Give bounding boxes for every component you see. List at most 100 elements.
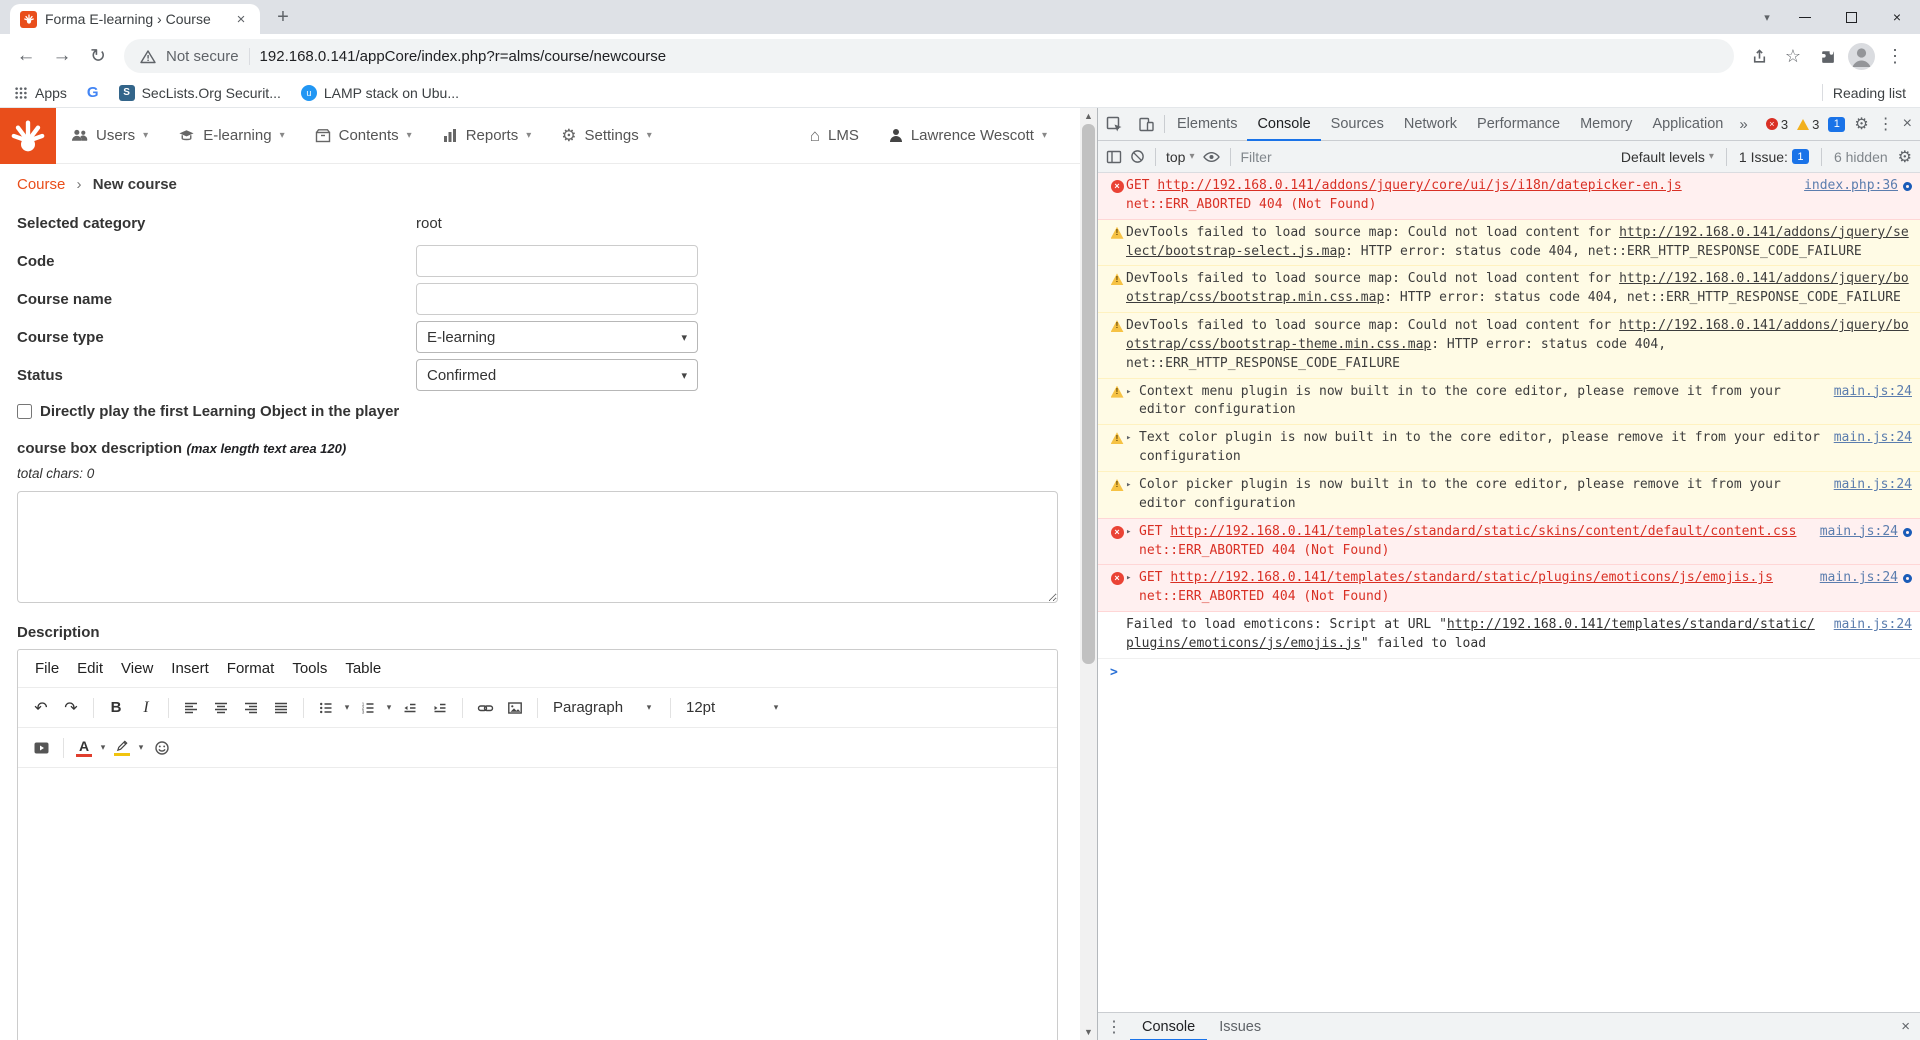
eye-icon[interactable] (1203, 150, 1220, 164)
code-input[interactable] (416, 245, 698, 277)
clear-console-icon[interactable] (1130, 149, 1145, 164)
reading-list-button[interactable]: Reading list (1833, 85, 1906, 101)
back-button[interactable]: ← (8, 38, 44, 74)
bookmark-lamp[interactable]: u LAMP stack on Ubu... (301, 85, 459, 101)
caret-down-icon[interactable]: ▾ (383, 702, 395, 713)
console-prompt-icon[interactable]: > (1110, 665, 1118, 680)
align-left-icon[interactable] (176, 693, 206, 723)
expand-arrow-icon[interactable]: ▸ (1126, 569, 1139, 585)
scroll-up-icon[interactable]: ▲ (1080, 108, 1097, 124)
source-link[interactable]: main.js:24 (1820, 523, 1898, 542)
box-description-textarea[interactable] (17, 491, 1058, 603)
not-secure-icon[interactable] (140, 49, 156, 64)
message-link[interactable]: http://192.168.0.141/templates/standard/… (1170, 524, 1796, 539)
menu-tools[interactable]: Tools (283, 655, 336, 682)
text-color-button[interactable]: A (71, 733, 97, 763)
bold-button[interactable]: B (101, 693, 131, 723)
drawer-tab-issues[interactable]: Issues (1207, 1013, 1273, 1040)
source-link[interactable]: main.js:24 (1834, 383, 1912, 402)
context-selector[interactable]: top ▾ (1166, 149, 1195, 165)
menu-insert[interactable]: Insert (162, 655, 218, 682)
bookmark-star-icon[interactable]: ☆ (1776, 39, 1810, 73)
source-link[interactable]: main.js:24 (1834, 476, 1912, 495)
course-type-select[interactable]: E-learning ▾ (416, 321, 698, 353)
tab-performance[interactable]: Performance (1467, 108, 1570, 141)
align-right-icon[interactable] (236, 693, 266, 723)
drawer-menu-icon[interactable]: ⋮ (1098, 1011, 1130, 1040)
device-toolbar-icon[interactable] (1130, 108, 1162, 140)
drawer-tab-console[interactable]: Console (1130, 1013, 1207, 1040)
issue-icon[interactable] (1903, 574, 1912, 583)
caret-down-icon[interactable]: ▾ (97, 742, 109, 753)
not-secure-label[interactable]: Not secure (166, 48, 239, 65)
tab-elements[interactable]: Elements (1167, 108, 1247, 141)
issue-icon[interactable] (1903, 528, 1912, 537)
redo-icon[interactable]: ↷ (56, 693, 86, 723)
apps-shortcut[interactable]: Apps (14, 85, 67, 101)
bookmark-seclists[interactable]: S SecLists.Org Securit... (119, 85, 281, 101)
forma-logo[interactable] (0, 108, 56, 164)
indent-icon[interactable] (425, 693, 455, 723)
tab-close-icon[interactable]: × (232, 10, 250, 28)
page-scrollbar[interactable]: ▲ ▼ (1080, 108, 1097, 1040)
link-icon[interactable] (470, 693, 500, 723)
source-link[interactable]: index.php:36 (1804, 177, 1898, 196)
devtools-settings-icon[interactable]: ⚙ (1854, 114, 1868, 134)
expand-arrow-icon[interactable]: ▸ (1126, 523, 1139, 539)
issue-icon[interactable] (1903, 182, 1912, 191)
console-sidebar-icon[interactable] (1106, 149, 1122, 165)
scrollbar-thumb[interactable] (1082, 124, 1095, 664)
numbered-list-icon[interactable]: 123 (353, 693, 383, 723)
nav-users[interactable]: Users ▾ (56, 108, 163, 163)
nav-settings[interactable]: ⚙ Settings ▾ (546, 108, 666, 163)
profile-avatar[interactable] (1844, 39, 1878, 73)
reload-button[interactable]: ↻ (80, 38, 116, 74)
emoticons-icon[interactable] (147, 733, 177, 763)
error-count-badge[interactable]: ×3 (1766, 117, 1788, 132)
status-select[interactable]: Confirmed ▾ (416, 359, 698, 391)
nav-reports[interactable]: Reports ▾ (427, 108, 547, 163)
browser-menu-icon[interactable]: ⋮ (1878, 39, 1912, 73)
bullet-list-icon[interactable] (311, 693, 341, 723)
issues-link[interactable]: 1 Issue: 1 (1739, 149, 1809, 165)
browser-tab[interactable]: Forma E-learning › Course × (10, 4, 260, 34)
menu-format[interactable]: Format (218, 655, 284, 682)
italic-button[interactable]: I (131, 693, 161, 723)
image-icon[interactable] (500, 693, 530, 723)
scroll-down-icon[interactable]: ▼ (1080, 1024, 1097, 1040)
caret-down-icon[interactable]: ▾ (341, 702, 353, 713)
menu-view[interactable]: View (112, 655, 162, 682)
nav-user-menu[interactable]: Lawrence Wescott ▾ (874, 127, 1062, 144)
extensions-icon[interactable] (1810, 39, 1844, 73)
menu-edit[interactable]: Edit (68, 655, 112, 682)
drawer-close-icon[interactable]: × (1891, 1018, 1920, 1035)
source-link[interactable]: main.js:24 (1820, 569, 1898, 588)
undo-icon[interactable]: ↶ (26, 693, 56, 723)
new-tab-button[interactable]: + (268, 2, 298, 32)
inspect-icon[interactable] (1098, 108, 1130, 140)
console-filter-input[interactable] (1241, 149, 1481, 165)
url-text[interactable]: 192.168.0.141/appCore/index.php?r=alms/c… (260, 48, 667, 65)
forward-button[interactable]: → (44, 38, 80, 74)
warning-count-badge[interactable]: 3 (1797, 117, 1819, 132)
devtools-close-icon[interactable]: × (1903, 115, 1912, 133)
expand-arrow-icon[interactable]: ▸ (1126, 429, 1139, 445)
address-bar[interactable]: Not secure 192.168.0.141/appCore/index.p… (124, 39, 1734, 73)
source-link[interactable]: main.js:24 (1834, 429, 1912, 448)
google-bookmark[interactable]: G (87, 84, 99, 101)
breadcrumb-course-link[interactable]: Course (17, 176, 65, 193)
tab-search-button[interactable]: ▾ (1752, 0, 1782, 34)
align-center-icon[interactable] (206, 693, 236, 723)
tab-application[interactable]: Application (1642, 108, 1733, 141)
course-name-input[interactable] (416, 283, 698, 315)
window-close-button[interactable]: × (1874, 0, 1920, 34)
media-icon[interactable] (26, 733, 56, 763)
editor-content-area[interactable] (18, 768, 1057, 1040)
font-size-select[interactable]: 12pt ▾ (678, 693, 790, 723)
background-color-button[interactable] (109, 733, 135, 763)
tab-network[interactable]: Network (1394, 108, 1467, 141)
menu-table[interactable]: Table (336, 655, 390, 682)
maximize-button[interactable] (1828, 0, 1874, 34)
autoplay-checkbox[interactable] (17, 404, 32, 419)
message-link[interactable]: http://192.168.0.141/templates/standard/… (1170, 570, 1773, 585)
